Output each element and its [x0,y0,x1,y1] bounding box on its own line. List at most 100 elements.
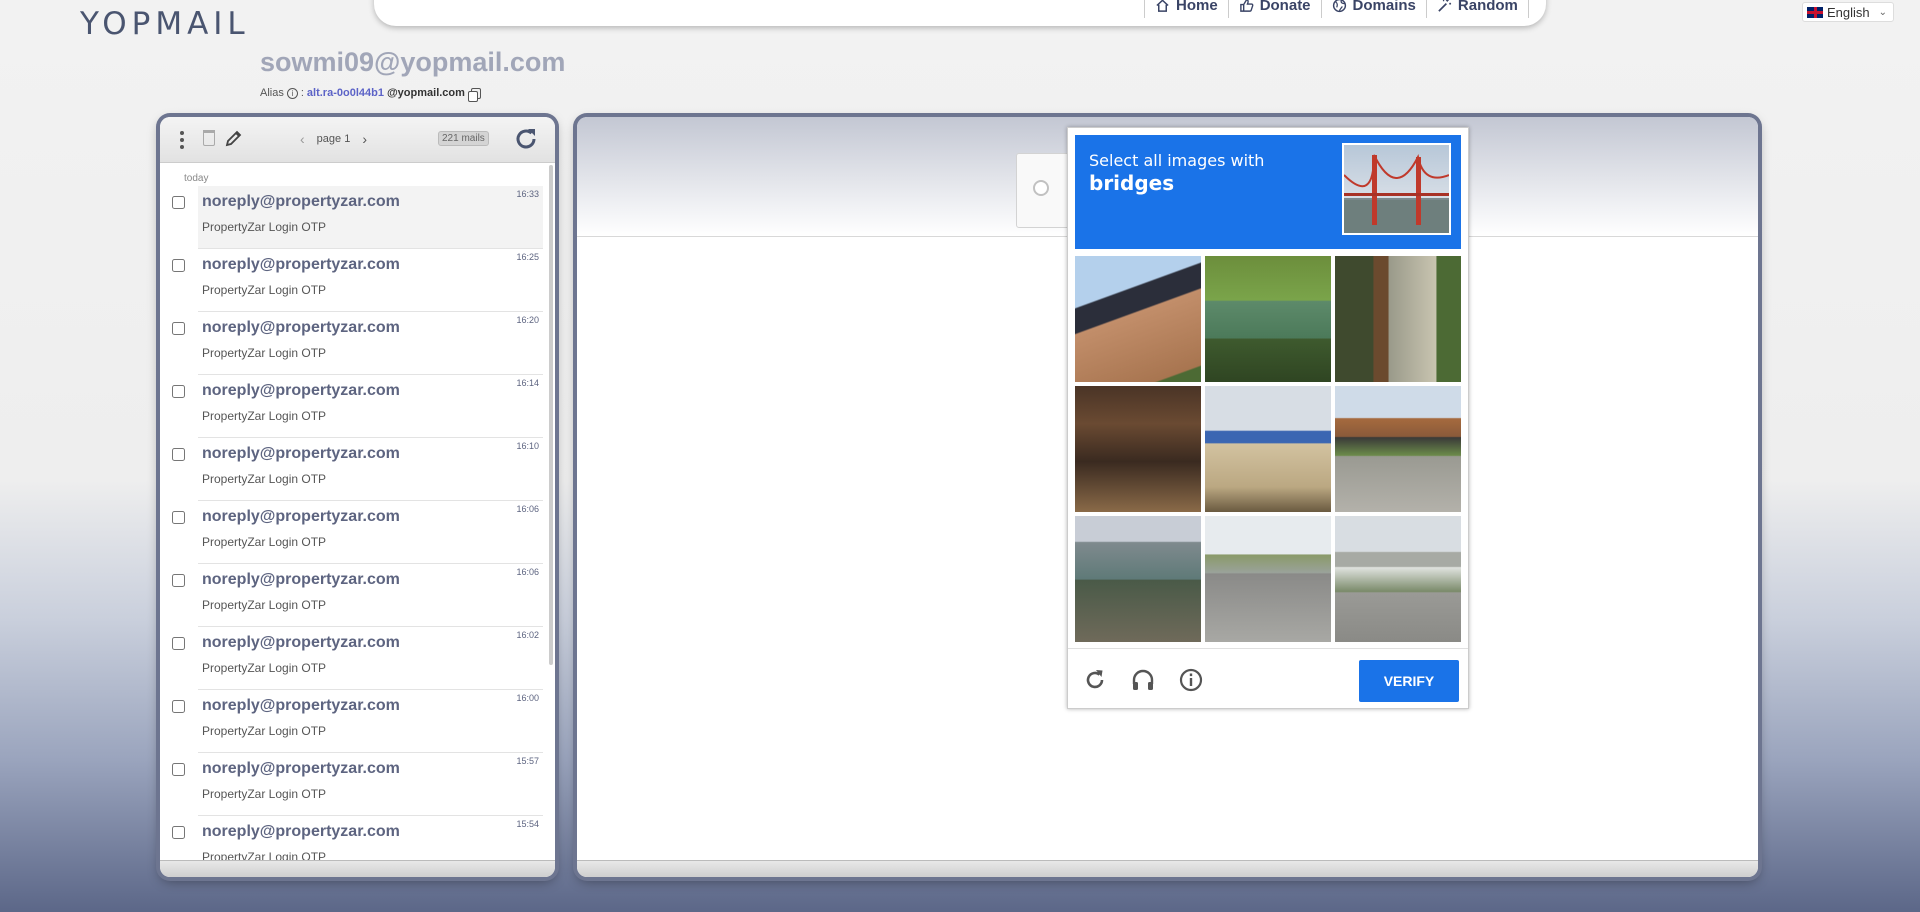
captcha-instruction: Select all images with [1089,151,1265,170]
refresh-icon[interactable] [512,125,540,153]
mail-checkbox[interactable] [172,826,185,839]
captcha-tile[interactable] [1205,386,1331,512]
mail-row[interactable]: noreply@propertyzar.com PropertyZar Login… [172,375,543,438]
language-label: English [1827,4,1870,20]
yopmail-logo[interactable]: YOPMAIL [80,6,260,66]
mail-row[interactable]: noreply@propertyzar.com PropertyZar Login… [172,186,543,249]
mail-row[interactable]: noreply@propertyzar.com PropertyZar Login… [172,690,543,753]
inbox-panel: ‹ page 1 › 221 mails today noreply@prope… [160,117,555,877]
captcha-tile[interactable] [1335,386,1461,512]
info-icon[interactable] [1178,667,1204,693]
mail-subject: PropertyZar Login OTP [202,661,327,675]
mail-sender: noreply@propertyzar.com [202,823,400,840]
captcha-tile[interactable] [1075,256,1201,382]
mail-row[interactable]: noreply@propertyzar.com PropertyZar Login… [172,249,543,312]
captcha-checkbox[interactable] [1033,180,1049,196]
mail-checkbox[interactable] [172,196,185,209]
mail-time: 16:06 [516,567,539,577]
mail-row[interactable]: noreply@propertyzar.com PropertyZar Login… [172,816,543,861]
mail-time: 16:25 [516,252,539,262]
mail-row[interactable]: noreply@propertyzar.com PropertyZar Login… [172,627,543,690]
reload-icon[interactable] [1082,667,1108,693]
mail-subject: PropertyZar Login OTP [202,220,327,234]
mail-checkbox[interactable] [172,700,185,713]
inbox-footer [160,860,555,877]
mail-subject: PropertyZar Login OTP [202,409,327,423]
info-icon[interactable]: i [286,87,298,99]
mail-checkbox[interactable] [172,385,185,398]
trash-icon[interactable] [203,130,215,146]
mail-time: 16:10 [516,441,539,451]
captcha-tile[interactable] [1075,386,1201,512]
mail-checkbox[interactable] [172,511,185,524]
language-select[interactable]: English ⌄ [1802,2,1894,22]
mail-row[interactable]: noreply@propertyzar.com PropertyZar Login… [172,564,543,627]
mail-time: 16:02 [516,630,539,640]
page-label: page 1 [316,133,351,145]
nav-domains-label: Domains [1352,0,1416,14]
mailbox-address: sowmi09@yopmail.com [260,47,566,77]
alias-name[interactable]: alt.ra-0o0l44b1 [307,87,384,99]
captcha-target: bridges [1089,171,1175,195]
chevron-left-icon[interactable]: ‹ [300,131,305,147]
mail-checkbox[interactable] [172,763,185,776]
mail-sender: noreply@propertyzar.com [202,697,400,714]
mail-row[interactable]: noreply@propertyzar.com PropertyZar Login… [172,312,543,375]
mail-row[interactable]: noreply@propertyzar.com PropertyZar Login… [172,438,543,501]
mail-subject: PropertyZar Login OTP [202,535,327,549]
mail-checkbox[interactable] [172,322,185,335]
pencil-icon[interactable] [224,128,244,148]
nav-home-label: Home [1176,0,1218,14]
pager: ‹ page 1 › [300,131,367,147]
mail-time: 15:54 [516,819,539,829]
mail-subject: PropertyZar Login OTP [202,472,327,486]
mail-subject: PropertyZar Login OTP [202,598,327,612]
captcha-anchor [1016,153,1072,228]
inbox-toolbar: ‹ page 1 › 221 mails [160,117,555,163]
alias-separator: : [300,87,304,99]
mail-row[interactable]: noreply@propertyzar.com PropertyZar Login… [172,753,543,816]
mail-checkbox[interactable] [172,637,185,650]
mail-checkbox[interactable] [172,448,185,461]
captcha-tiles [1075,256,1463,644]
nav-home[interactable]: Home [1145,0,1229,18]
verify-button[interactable]: VERIFY [1359,660,1459,702]
mail-sender: noreply@propertyzar.com [202,760,400,777]
captcha-header: Select all images with bridges [1075,135,1461,249]
mail-sender: noreply@propertyzar.com [202,256,400,273]
captcha-tile[interactable] [1335,516,1461,642]
alias-domain: @yopmail.com [386,87,465,99]
captcha-tile[interactable] [1205,256,1331,382]
nav-random[interactable]: Random [1427,0,1529,18]
headphones-icon[interactable] [1130,667,1156,693]
mail-list: today noreply@propertyzar.com PropertyZar… [160,163,555,861]
top-navbar: Home Donate Domains Random English ⌄ [374,0,1894,26]
mail-sender: noreply@propertyzar.com [202,382,400,399]
mail-time: 16:06 [516,504,539,514]
mail-subject: PropertyZar Login OTP [202,283,327,297]
nav-random-label: Random [1457,0,1518,14]
mail-row[interactable]: noreply@propertyzar.com PropertyZar Login… [172,501,543,564]
message-footer [577,860,1758,877]
more-options-icon[interactable] [180,131,184,149]
nav-donate-label: Donate [1259,0,1311,14]
mail-subject: PropertyZar Login OTP [202,724,327,738]
chevron-right-icon[interactable]: › [362,131,367,147]
nav-domains[interactable]: Domains [1322,0,1427,18]
mail-sender: noreply@propertyzar.com [202,319,400,336]
captcha-tile[interactable] [1335,256,1461,382]
chevron-down-icon: ⌄ [1878,6,1887,18]
mail-subject: PropertyZar Login OTP [202,346,327,360]
copy-icon[interactable] [467,87,481,102]
mail-sender: noreply@propertyzar.com [202,508,400,525]
mail-checkbox[interactable] [172,259,185,272]
mail-time: 16:14 [516,378,539,388]
thumbs-up-icon [1239,0,1254,12]
captcha-tile[interactable] [1075,516,1201,642]
nav-donate[interactable]: Donate [1229,0,1322,18]
captcha-tile[interactable] [1205,516,1331,642]
mail-checkbox[interactable] [172,574,185,587]
mail-time: 16:20 [516,315,539,325]
mail-sender: noreply@propertyzar.com [202,634,400,651]
inbox-scrollbar[interactable] [549,165,553,665]
